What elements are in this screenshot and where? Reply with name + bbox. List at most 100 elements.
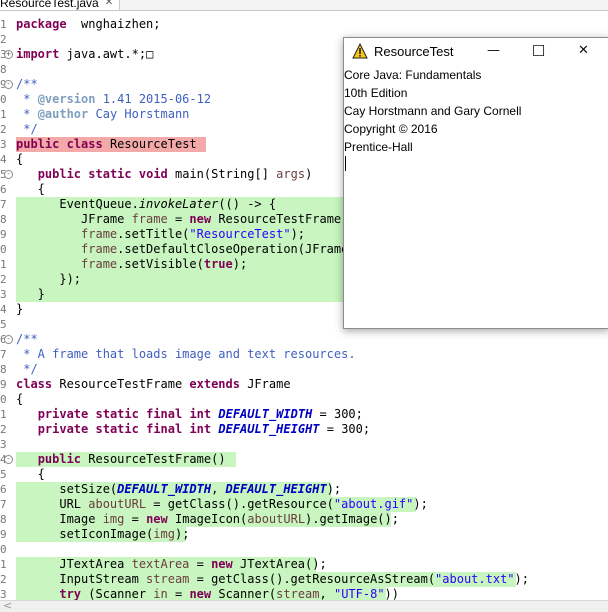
line-number: 8 bbox=[0, 363, 7, 376]
text-line: 10th Edition bbox=[344, 86, 408, 100]
line-number: 0 bbox=[0, 543, 7, 556]
code-text: setIconImage(img); bbox=[16, 527, 190, 541]
code-line[interactable]: 9 setIconImage(img); bbox=[0, 527, 608, 542]
minimize-button[interactable]: — bbox=[471, 38, 516, 65]
line-number: 0 bbox=[0, 93, 7, 106]
line-number: 2 bbox=[0, 273, 7, 286]
line-number: 3 bbox=[0, 288, 7, 301]
code-line[interactable]: 6-/** bbox=[0, 332, 608, 347]
line-number: 9 bbox=[0, 228, 7, 241]
line-number: 2 bbox=[0, 423, 7, 436]
code-text: { bbox=[16, 392, 24, 406]
code-line[interactable]: 8 */ bbox=[0, 362, 608, 377]
code-line[interactable]: 0 bbox=[0, 542, 608, 557]
code-text: /** bbox=[16, 77, 38, 91]
line-number: 4 bbox=[0, 303, 7, 316]
code-text: setSize(DEFAULT_WIDTH, DEFAULT_HEIGHT); bbox=[16, 482, 342, 496]
code-text: } bbox=[16, 287, 45, 301]
code-line[interactable]: 7 URL aboutURL = getClass().getResource(… bbox=[0, 497, 608, 512]
code-text: JTextArea textArea = new JTextArea(); bbox=[16, 557, 327, 571]
maximize-button[interactable]: ☐ bbox=[516, 38, 561, 65]
line-number: 6 bbox=[0, 483, 7, 496]
code-text: JFrame frame = new ResourceTestFrame() bbox=[16, 212, 356, 226]
code-text: */ bbox=[16, 122, 38, 136]
collapse-fold-icon[interactable]: - bbox=[4, 455, 13, 464]
line-number: 0 bbox=[0, 393, 7, 406]
code-text: frame.setDefaultCloseOperation(JFrame. bbox=[81, 242, 356, 256]
code-text: { bbox=[16, 152, 24, 166]
code-text: /** bbox=[16, 332, 38, 346]
text-caret bbox=[345, 156, 346, 171]
code-line[interactable]: 9 class ResourceTestFrame extends JFrame bbox=[0, 377, 608, 392]
line-number: 0 bbox=[0, 243, 7, 256]
code-text: InputStream stream = getClass().getResou… bbox=[16, 572, 529, 586]
code-text: }); bbox=[16, 272, 82, 286]
code-line[interactable]: 3 try (Scanner in = new Scanner(stream, … bbox=[0, 587, 608, 600]
line-number: 7 bbox=[0, 348, 7, 361]
code-line[interactable]: 7 * A frame that loads image and text re… bbox=[0, 347, 608, 362]
change-highlight bbox=[16, 287, 346, 302]
code-text: * A frame that loads image and text reso… bbox=[16, 347, 356, 361]
code-line[interactable]: 4- public ResourceTestFrame() bbox=[0, 452, 608, 467]
line-number: 8 bbox=[0, 63, 7, 76]
text-line: Core Java: Fundamentals bbox=[344, 68, 482, 82]
line-number: 2 bbox=[0, 123, 7, 136]
code-text: } bbox=[16, 302, 24, 316]
collapse-fold-icon[interactable]: - bbox=[4, 80, 13, 89]
line-number: 7 bbox=[0, 198, 7, 211]
expand-fold-icon[interactable]: + bbox=[4, 50, 13, 59]
text-line: Cay Horstmann and Gary Cornell bbox=[344, 104, 522, 118]
tab-close-icon[interactable]: ✕ bbox=[105, 0, 113, 8]
code-text: */ bbox=[16, 362, 38, 376]
code-text: class ResourceTestFrame extends JFrame bbox=[16, 377, 291, 391]
code-line[interactable]: 5 { bbox=[0, 467, 608, 482]
line-number: 3 bbox=[0, 438, 7, 451]
editor-tab-bar: ResourceTest.java ✕ bbox=[0, 0, 608, 11]
close-window-button[interactable]: ✕ bbox=[561, 38, 606, 65]
line-number: 6 bbox=[0, 183, 7, 196]
line-number: 3 bbox=[0, 138, 7, 151]
tab-label: ResourceTest.java bbox=[0, 0, 99, 10]
code-text: { bbox=[16, 182, 45, 196]
resource-test-window: ResourceTest — ☐ ✕ Core Java: Fundamenta… bbox=[343, 37, 608, 329]
line-number: 4 bbox=[0, 153, 7, 166]
line-number: 1 bbox=[0, 18, 7, 31]
window-title: ResourceTest bbox=[374, 44, 454, 59]
scroll-left-icon[interactable]: < bbox=[3, 599, 12, 612]
line-number: 7 bbox=[0, 498, 7, 511]
collapse-fold-icon[interactable]: - bbox=[4, 170, 13, 179]
text-line: Prentice-Hall bbox=[344, 140, 413, 154]
code-text: public class ResourceTest bbox=[16, 137, 197, 151]
code-line[interactable]: 6 setSize(DEFAULT_WIDTH, DEFAULT_HEIGHT)… bbox=[0, 482, 608, 497]
line-number: 9 bbox=[0, 528, 7, 541]
code-text: EventQueue.invokeLater(() -> { bbox=[16, 197, 277, 211]
code-line[interactable]: 3 bbox=[0, 437, 608, 452]
code-line[interactable]: 1 private static final int DEFAULT_WIDTH… bbox=[0, 407, 608, 422]
code-line[interactable]: 2 private static final int DEFAULT_HEIGH… bbox=[0, 422, 608, 437]
code-line[interactable]: 2 InputStream stream = getClass().getRes… bbox=[0, 572, 608, 587]
code-text: Image img = new ImageIcon(aboutURL).getI… bbox=[16, 512, 399, 526]
code-text: URL aboutURL = getClass().getResource("a… bbox=[16, 497, 428, 511]
line-number: 2 bbox=[0, 33, 7, 46]
code-line[interactable]: 0{ bbox=[0, 392, 608, 407]
window-title-bar[interactable]: ResourceTest — ☐ ✕ bbox=[344, 38, 608, 65]
tab-resource-test-java[interactable]: ResourceTest.java ✕ bbox=[0, 0, 121, 10]
code-text: * @version 1.41 2015-06-12 bbox=[16, 92, 212, 106]
line-number: 5 bbox=[0, 318, 7, 331]
line-number: 1 bbox=[0, 558, 7, 571]
code-text: { bbox=[16, 467, 45, 481]
line-number: 5 bbox=[0, 468, 7, 481]
text-area[interactable]: Core Java: Fundamentals 10th Edition Cay… bbox=[344, 65, 608, 328]
horizontal-scrollbar[interactable]: < bbox=[0, 599, 608, 612]
code-line[interactable]: 1 package wnghaizhen; bbox=[0, 17, 608, 32]
java-app-icon bbox=[352, 42, 368, 63]
line-number: 8 bbox=[0, 213, 7, 226]
code-text: package wnghaizhen; bbox=[16, 17, 161, 31]
text-line: Copyright © 2016 bbox=[344, 122, 438, 136]
code-line[interactable]: 1 JTextArea textArea = new JTextArea(); bbox=[0, 557, 608, 572]
code-text: * @author Cay Horstmann bbox=[16, 107, 190, 121]
code-line[interactable]: 8 Image img = new ImageIcon(aboutURL).ge… bbox=[0, 512, 608, 527]
code-text: public ResourceTestFrame() bbox=[37, 452, 226, 466]
collapse-fold-icon[interactable]: - bbox=[4, 335, 13, 344]
code-text: private static final int DEFAULT_HEIGHT … bbox=[37, 422, 371, 436]
